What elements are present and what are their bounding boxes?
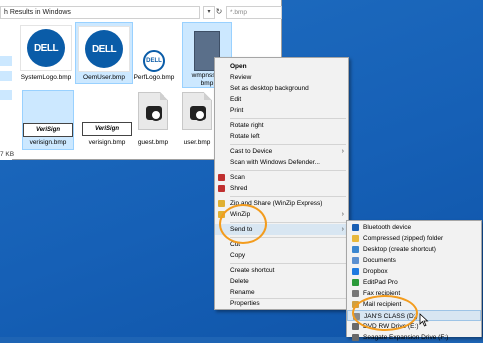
- send-to-dvd-drive[interactable]: DVD RW Drive (E:): [347, 321, 481, 332]
- send-to-documents[interactable]: Documents: [347, 255, 481, 266]
- file-name: PerfLogo.bmp: [133, 74, 175, 81]
- chevron-right-icon: ›: [341, 211, 344, 218]
- menu-separator: [230, 222, 346, 223]
- dell-logo: DELL: [85, 30, 123, 68]
- menu-separator: [230, 170, 346, 171]
- send-to-mail[interactable]: Mail recipient: [347, 299, 481, 310]
- desktop-icon: [352, 246, 359, 253]
- menu-item-scan[interactable]: Scan: [215, 172, 348, 183]
- file-item[interactable]: DELL PerfLogo.bmp: [125, 22, 183, 84]
- send-to-bluetooth[interactable]: Bluetooth device: [347, 222, 481, 233]
- menu-item-copy[interactable]: Copy: [215, 250, 348, 261]
- file-name: OemUser.bmp: [83, 74, 125, 81]
- file-item[interactable]: DELL SystemLogo.bmp: [17, 22, 75, 84]
- menu-item-shred[interactable]: Shred: [215, 183, 348, 194]
- editpad-icon: [352, 279, 359, 286]
- nav-item[interactable]: [0, 90, 12, 100]
- dvd-drive-icon: [352, 323, 359, 330]
- shred-icon: [218, 185, 225, 192]
- verisign-logo: VeriSign: [23, 123, 73, 137]
- drive-icon: [352, 334, 359, 341]
- send-to-desktop[interactable]: Desktop (create shortcut): [347, 244, 481, 255]
- scan-icon: [218, 174, 225, 181]
- context-menu: Open Review Set as desktop background Ed…: [214, 57, 349, 310]
- menu-item-review[interactable]: Review: [215, 72, 348, 83]
- menu-separator: [230, 196, 346, 197]
- documents-icon: [352, 257, 359, 264]
- nav-item[interactable]: [0, 71, 12, 81]
- fax-icon: [352, 290, 359, 297]
- search-input[interactable]: *.bmp: [226, 6, 282, 19]
- camera-icon: [182, 92, 212, 130]
- menu-item-rename[interactable]: Rename: [215, 287, 348, 298]
- dropbox-icon: [352, 268, 359, 275]
- status-bar: 7 KB: [0, 151, 15, 158]
- chevron-right-icon: ›: [341, 148, 344, 155]
- file-item[interactable]: VeriSign verisign.bmp: [22, 90, 74, 150]
- menu-item-rotate-left[interactable]: Rotate left: [215, 131, 348, 142]
- menu-item-create-shortcut[interactable]: Create shortcut: [215, 265, 348, 276]
- menu-separator: [230, 144, 346, 145]
- menu-item-rotate-right[interactable]: Rotate right: [215, 120, 348, 131]
- bluetooth-icon: [352, 224, 359, 231]
- menu-item-zip-and-share[interactable]: Zip and Share (WinZip Express): [215, 198, 348, 209]
- send-to-dropbox[interactable]: Dropbox: [347, 266, 481, 277]
- menu-item-set-desktop-background[interactable]: Set as desktop background: [215, 83, 348, 94]
- navigation-pane: [0, 24, 12, 160]
- menu-item-cast-to-device[interactable]: Cast to Device ›: [215, 146, 348, 157]
- camera-icon: [138, 92, 168, 130]
- nav-item[interactable]: [0, 56, 12, 66]
- send-to-seagate-drive[interactable]: Seagate Expansion Drive (F:): [347, 332, 481, 343]
- menu-separator: [230, 118, 346, 119]
- file-name: user.bmp: [183, 139, 211, 146]
- menu-item-open[interactable]: Open: [215, 61, 348, 72]
- dell-logo-thumbnail: DELL: [139, 50, 169, 72]
- menu-item-scan-defender[interactable]: Scan with Windows Defender...: [215, 157, 348, 168]
- winzip-icon: [218, 200, 225, 207]
- drive-icon: [353, 313, 360, 320]
- send-to-compressed-folder[interactable]: Compressed (zipped) folder: [347, 233, 481, 244]
- send-to-submenu: Bluetooth device Compressed (zipped) fol…: [346, 220, 482, 341]
- send-to-jans-class-drive[interactable]: JAN'S CLASS (D:): [347, 310, 481, 321]
- mouse-cursor-icon: [419, 313, 429, 327]
- file-name: verisign.bmp: [29, 139, 67, 146]
- send-to-fax[interactable]: Fax recipient: [347, 288, 481, 299]
- menu-item-print[interactable]: Print: [215, 105, 348, 116]
- dell-logo-thumbnail: DELL: [78, 26, 130, 72]
- send-to-editpad[interactable]: EditPad Pro: [347, 277, 481, 288]
- menu-separator: [230, 237, 346, 238]
- address-bar[interactable]: h Results in Windows: [0, 6, 200, 19]
- dell-logo: DELL: [27, 29, 65, 67]
- menu-item-edit[interactable]: Edit: [215, 94, 348, 105]
- winzip-icon: [218, 211, 225, 218]
- file-name: guest.bmp: [137, 139, 169, 146]
- mail-icon: [352, 301, 359, 308]
- file-item[interactable]: guest.bmp: [124, 90, 182, 152]
- dell-logo: DELL: [143, 50, 165, 72]
- file-name: SystemLogo.bmp: [20, 74, 72, 81]
- menu-item-delete[interactable]: Delete: [215, 276, 348, 287]
- chevron-right-icon: ›: [341, 226, 344, 233]
- menu-separator: [230, 263, 346, 264]
- zip-folder-icon: [352, 235, 359, 242]
- menu-item-winzip[interactable]: WinZip ›: [215, 209, 348, 220]
- menu-item-cut[interactable]: Cut: [215, 239, 348, 250]
- refresh-icon[interactable]: ↻: [214, 6, 224, 19]
- menu-item-properties[interactable]: Properties: [215, 298, 348, 309]
- file-item[interactable]: user.bmp: [178, 90, 216, 152]
- menu-item-send-to[interactable]: Send to ›: [215, 224, 348, 235]
- dell-logo-thumbnail: DELL: [20, 25, 72, 71]
